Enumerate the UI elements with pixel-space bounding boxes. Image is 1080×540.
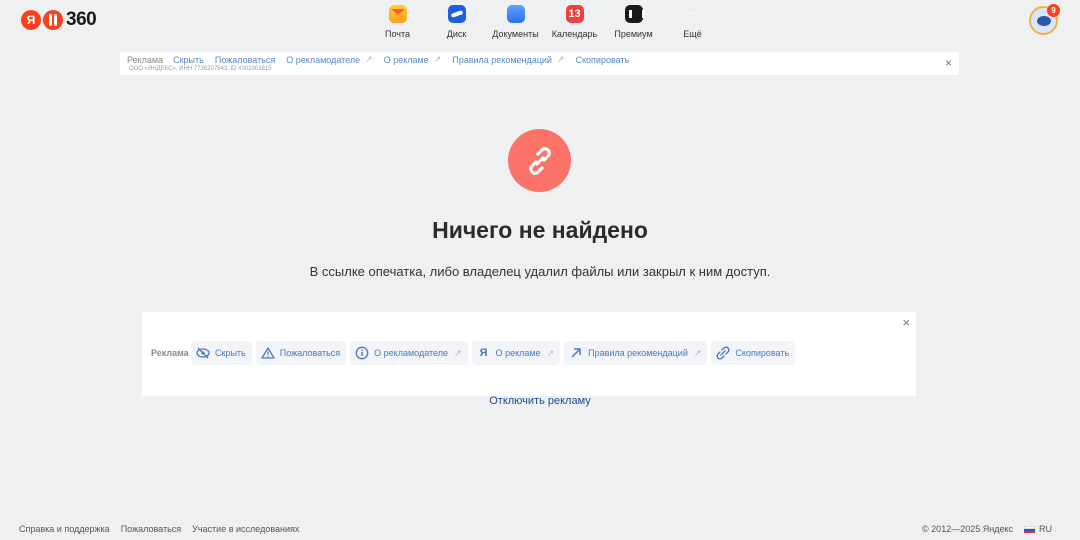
arrow-up-right-icon: ↗ <box>693 347 702 358</box>
chip-label: Скрыть <box>215 348 246 358</box>
ad-advertiser-link[interactable]: О рекламодателе ↗ <box>286 54 372 65</box>
close-icon[interactable]: × <box>902 315 910 330</box>
yandex-logo-icon: Я <box>21 10 41 30</box>
ad-advertiser-button[interactable]: О рекламодателе ↗ <box>350 341 468 365</box>
chip-label: Скопировать <box>735 348 790 358</box>
logo-circle-icon <box>43 10 63 30</box>
ad-label: Реклама <box>127 54 164 65</box>
copyright: © 2012—2025 Яндекс <box>922 524 1013 534</box>
ad-chips: Скрыть Пожаловаться О рекламодателе ↗ Я … <box>191 341 799 365</box>
service-more[interactable]: ··· Ещё <box>663 5 722 39</box>
language-switch[interactable]: RU <box>1039 524 1052 534</box>
avatar-image <box>1036 15 1051 26</box>
link-label: Правила рекомендаций <box>452 54 552 65</box>
footer-right: © 2012—2025 Яндекс RU <box>922 524 1052 534</box>
service-calendar[interactable]: 13 Календарь <box>545 5 604 39</box>
notification-badge: 9 <box>1047 4 1060 17</box>
warning-icon <box>261 346 275 360</box>
link-icon <box>716 346 730 360</box>
arrow-up-right-icon: ↗ <box>433 54 442 64</box>
arrow-up-right-icon: ↗ <box>454 347 462 358</box>
arrow-up-right-icon <box>569 346 583 360</box>
eye-off-icon <box>196 346 210 360</box>
ad-hide-button[interactable]: Скрыть <box>191 341 252 365</box>
service-docs[interactable]: Документы <box>486 5 545 39</box>
disable-ads-link[interactable]: Отключить рекламу <box>0 395 1080 407</box>
service-label: Календарь <box>551 29 598 39</box>
services-bar: Почта Диск Документы 13 Календарь Премиу… <box>368 5 722 39</box>
arrow-up-right-icon: ↗ <box>365 54 373 64</box>
service-label: Диск <box>446 29 467 39</box>
service-label: Документы <box>492 29 539 39</box>
broken-link-icon <box>508 129 571 192</box>
footer-links: Справка и поддержка Пожаловаться Участие… <box>19 524 310 534</box>
bottom-ad-block: × Реклама Скрыть Пожаловаться О рекламод… <box>142 312 916 396</box>
ad-about-button[interactable]: Я О рекламе ↗ <box>471 341 561 365</box>
footer-research-link[interactable]: Участие в исследованиях <box>192 524 299 534</box>
ad-rules-button[interactable]: Правила рекомендаций ↗ <box>564 341 708 365</box>
info-icon <box>355 346 369 360</box>
service-label: Почта <box>385 29 410 39</box>
more-icon: ··· <box>687 8 698 20</box>
chip-label: Правила рекомендаций <box>588 348 688 358</box>
ad-copy-link[interactable]: Скопировать <box>576 55 630 65</box>
close-icon[interactable]: × <box>945 56 952 70</box>
footer-help-link[interactable]: Справка и поддержка <box>19 524 110 534</box>
ad-advertiser-info: ООО «ЯНДЕКС», ИНН 7736207543, ID #302301… <box>129 66 272 72</box>
arrow-up-right-icon: ↗ <box>556 54 565 64</box>
docs-icon <box>506 5 525 23</box>
service-disk[interactable]: Диск <box>427 5 486 39</box>
ad-label: Реклама <box>151 348 189 358</box>
yandex-icon: Я <box>479 347 488 359</box>
russia-flag-icon <box>1024 525 1035 533</box>
calendar-icon: 13 <box>565 5 584 23</box>
ad-links-row: Реклама Скрыть Пожаловаться О рекламодат… <box>127 54 640 65</box>
top-ad-bar: Реклама Скрыть Пожаловаться О рекламодат… <box>120 52 959 75</box>
ad-rules-link[interactable]: Правила рекомендаций ↗ <box>452 54 564 65</box>
premium-icon <box>624 5 645 23</box>
ad-about-link[interactable]: О рекламе ↗ <box>384 54 442 65</box>
chip-label: О рекламодателе <box>374 348 449 358</box>
link-label: О рекламе <box>383 54 429 65</box>
ad-complain-link[interactable]: Пожаловаться <box>215 55 275 65</box>
ad-copy-button[interactable]: Скопировать <box>711 341 796 365</box>
service-premium[interactable]: Премиум <box>604 5 663 39</box>
service-mail[interactable]: Почта <box>368 5 427 39</box>
user-avatar[interactable]: 9 <box>1029 4 1060 35</box>
yandex-360-logo[interactable]: Я 360 <box>21 9 97 31</box>
page-description: В ссылке опечатка, либо владелец удалил … <box>309 264 771 279</box>
ad-complain-button[interactable]: Пожаловаться <box>255 341 347 365</box>
chip-label: Пожаловаться <box>279 348 341 358</box>
page-title: Ничего не найдено <box>432 217 648 243</box>
chip-label: О рекламе <box>495 348 541 358</box>
mail-icon <box>388 5 407 23</box>
footer-complain-link[interactable]: Пожаловаться <box>121 524 181 534</box>
link-label: О рекламодателе <box>286 54 361 65</box>
ad-hide-link[interactable]: Скрыть <box>173 55 204 65</box>
service-label: Ещё <box>683 29 702 39</box>
disk-icon <box>447 5 466 23</box>
arrow-up-right-icon: ↗ <box>546 347 555 358</box>
service-label: Премиум <box>614 29 653 39</box>
logo-number: 360 <box>66 9 97 30</box>
